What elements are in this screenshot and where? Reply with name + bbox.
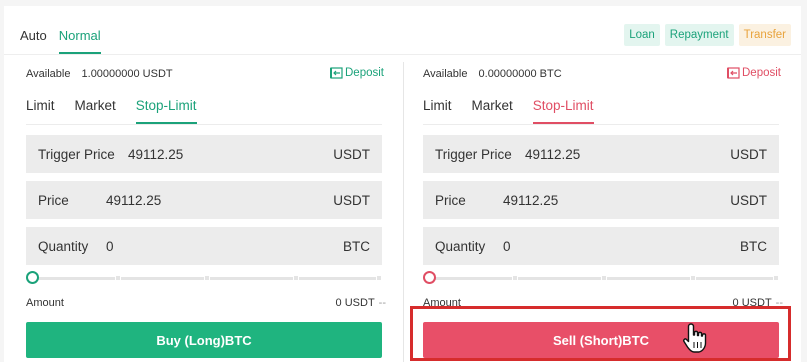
mode-tabs: Auto Normal <box>20 28 101 54</box>
slider-step-25[interactable] <box>512 275 518 281</box>
slider-knob[interactable] <box>26 271 39 284</box>
tab-normal[interactable]: Normal <box>58 28 101 54</box>
sell-quantity-field[interactable]: Quantity 0 BTC <box>423 227 779 265</box>
tab-stop-limit[interactable]: Stop-Limit <box>532 98 594 124</box>
slider-step-100[interactable] <box>773 275 779 281</box>
price-value[interactable]: 49112.25 <box>503 193 730 208</box>
buy-price-field[interactable]: Price 49112.25 USDT <box>26 181 382 219</box>
slider-step-50[interactable] <box>204 275 210 281</box>
available-label: Available <box>26 68 71 80</box>
tab-limit[interactable]: Limit <box>26 98 55 124</box>
amount-dash: -- <box>378 297 386 309</box>
quantity-value[interactable]: 0 <box>106 239 343 254</box>
buy-quantity-slider[interactable] <box>26 270 382 286</box>
trigger-price-unit: USDT <box>333 146 370 162</box>
sell-quantity-slider[interactable] <box>423 270 779 286</box>
quantity-unit: BTC <box>740 238 767 254</box>
tabs-underline <box>26 124 382 125</box>
trigger-price-label: Trigger Price <box>38 146 115 162</box>
deposit-label: Deposit <box>345 67 384 79</box>
buy-deposit-link[interactable]: Deposit <box>330 67 384 79</box>
deposit-icon <box>727 67 740 79</box>
buy-long-button[interactable]: Buy (Long)BTC <box>26 322 382 358</box>
sell-price-field[interactable]: Price 49112.25 USDT <box>423 181 779 219</box>
tab-stop-limit[interactable]: Stop-Limit <box>135 98 197 124</box>
hand-cursor-icon <box>683 323 707 353</box>
quantity-value[interactable]: 0 <box>503 239 740 254</box>
amount-label: Amount <box>26 297 64 309</box>
transfer-button[interactable]: Transfer <box>738 24 791 46</box>
sell-available: Available 0.00000000 BTC <box>423 68 562 80</box>
repayment-button[interactable]: Repayment <box>664 24 734 46</box>
slider-step-25[interactable] <box>115 275 121 281</box>
buy-quantity-field[interactable]: Quantity 0 BTC <box>26 227 382 265</box>
trigger-price-value[interactable]: 49112.25 <box>128 147 333 162</box>
available-value: 1.00000000 USDT <box>81 68 173 80</box>
slider-step-50[interactable] <box>601 275 607 281</box>
loan-button[interactable]: Loan <box>624 24 660 46</box>
price-label: Price <box>38 192 69 208</box>
amount-value-wrap: 0 USDT -- <box>336 297 386 309</box>
deposit-icon <box>330 67 343 79</box>
deposit-label: Deposit <box>742 67 781 79</box>
buy-order-tabs: Limit Market Stop-Limit <box>26 98 197 124</box>
price-unit: USDT <box>333 192 370 208</box>
slider-step-100[interactable] <box>376 275 382 281</box>
sell-order-tabs: Limit Market Stop-Limit <box>423 98 594 124</box>
price-value[interactable]: 49112.25 <box>106 193 333 208</box>
sell-deposit-link[interactable]: Deposit <box>727 67 781 79</box>
trigger-price-label: Trigger Price <box>435 146 512 162</box>
header-divider <box>4 54 801 55</box>
quantity-unit: BTC <box>343 238 370 254</box>
highlight-box <box>410 306 791 361</box>
quantity-label: Quantity <box>435 238 486 254</box>
available-label: Available <box>423 68 468 80</box>
tab-auto[interactable]: Auto <box>20 28 47 54</box>
trigger-price-unit: USDT <box>730 146 767 162</box>
action-chips: Loan Repayment Transfer <box>624 24 791 46</box>
buy-available: Available 1.00000000 USDT <box>26 68 173 80</box>
buy-trigger-price-field[interactable]: Trigger Price 49112.25 USDT <box>26 135 382 173</box>
slider-step-75[interactable] <box>293 275 299 281</box>
price-label: Price <box>435 192 466 208</box>
available-value: 0.00000000 BTC <box>478 68 562 80</box>
sell-trigger-price-field[interactable]: Trigger Price 49112.25 USDT <box>423 135 779 173</box>
slider-step-75[interactable] <box>690 275 696 281</box>
price-unit: USDT <box>730 192 767 208</box>
amount-value: 0 USDT <box>335 297 375 309</box>
buy-amount-row: Amount 0 USDT -- <box>26 297 386 309</box>
column-divider <box>403 62 404 362</box>
tab-market[interactable]: Market <box>75 98 116 124</box>
slider-knob[interactable] <box>423 271 436 284</box>
quantity-label: Quantity <box>38 238 89 254</box>
tab-market[interactable]: Market <box>472 98 513 124</box>
trigger-price-value[interactable]: 49112.25 <box>525 147 730 162</box>
tabs-underline <box>423 124 779 125</box>
tab-limit[interactable]: Limit <box>423 98 452 124</box>
